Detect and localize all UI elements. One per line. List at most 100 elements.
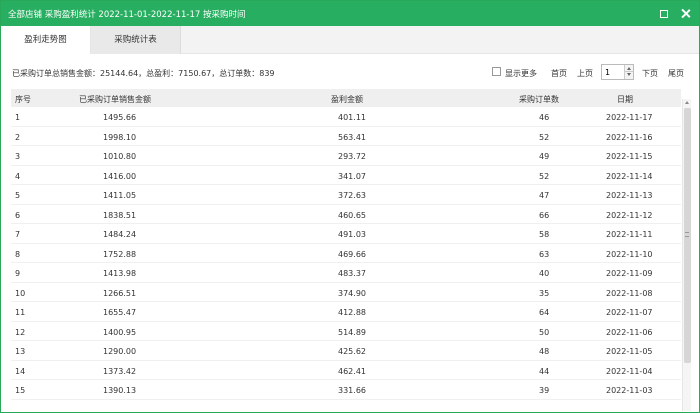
purchase-profit-dialog: 全部店铺 采购盈利统计 2022-11-01-2022-11-17 按采购时间 …	[0, 0, 700, 413]
cell-orders: 49	[539, 152, 550, 161]
cell-date: 2022-11-12	[606, 210, 653, 220]
cell-profit: 425.62	[338, 347, 366, 356]
cell-sales: 1400.95	[103, 327, 137, 337]
column-header-date[interactable]: 日期	[617, 94, 633, 105]
table-row[interactable]: 12 1400.95 514.89 50 2022-11-06	[11, 322, 681, 341]
column-header-index[interactable]: 序号	[15, 94, 31, 105]
cell-sales: 1390.13	[103, 386, 137, 395]
cell-index: 3	[15, 152, 21, 161]
purchase-table: 序号 已采购订单销售金额 盈利金额 采购订单数 日期 1 1495.66 401.1…	[11, 89, 691, 411]
cell-orders: 39	[539, 386, 550, 395]
cell-date: 2022-11-03	[606, 386, 653, 395]
cell-sales: 1010.80	[103, 152, 137, 161]
show-more-checkbox[interactable]	[492, 67, 501, 76]
table-row[interactable]: 9 1413.98 483.37 40 2022-11-09	[11, 263, 681, 283]
window-title: 全部店铺 采购盈利统计 2022-11-01-2022-11-17 按采购时间	[8, 10, 246, 20]
cell-sales: 1484.24	[103, 230, 137, 239]
scroll-grip-icon	[685, 232, 689, 237]
summary-text: 已采购订单总销售金额：25144.64，总盈利：7150.67，总订单数：839	[12, 69, 275, 78]
column-header-orders[interactable]: 采购订单数	[519, 94, 559, 105]
table-row[interactable]: 14 1373.42 462.41 44 2022-11-04	[11, 361, 681, 380]
cell-index: 1	[15, 113, 21, 122]
table-header: 序号 已采购订单销售金额 盈利金额 采购订单数 日期	[11, 89, 681, 107]
cell-index: 2	[15, 132, 21, 142]
page-number-stepper[interactable]	[601, 64, 634, 80]
cell-index: 5	[15, 191, 21, 200]
cell-sales: 1998.10	[103, 132, 137, 142]
column-header-sales[interactable]: 已采购订单销售金额	[79, 94, 151, 105]
cell-orders: 58	[539, 230, 550, 239]
cell-profit: 401.11	[338, 113, 366, 122]
cell-date: 2022-11-13	[606, 191, 653, 200]
toolbar: 已采购订单总销售金额：25144.64，总盈利：7150.67，总订单数：839…	[1, 61, 699, 83]
cell-index: 4	[15, 171, 21, 181]
close-icon[interactable]	[680, 8, 691, 19]
scroll-up-icon[interactable]	[685, 101, 689, 104]
table-row[interactable]: 1 1495.66 401.11 46 2022-11-17	[11, 107, 681, 127]
tab-profit-trend[interactable]: 盈利走势图	[1, 26, 91, 54]
cell-date: 2022-11-05	[606, 347, 653, 356]
table-row[interactable]: 6 1838.51 460.65 66 2022-11-12	[11, 205, 681, 224]
spin-up-icon[interactable]	[624, 65, 633, 72]
table-row[interactable]: 11 1655.47 412.88 64 2022-11-07	[11, 302, 681, 322]
cell-sales: 1838.51	[103, 210, 137, 220]
cell-orders: 66	[539, 210, 550, 220]
cell-sales: 1373.42	[103, 366, 137, 376]
cell-index: 9	[15, 269, 21, 278]
table-row[interactable]: 15 1390.13 331.66 39 2022-11-03	[11, 380, 681, 400]
column-header-profit[interactable]: 盈利金额	[331, 94, 363, 105]
cell-date: 2022-11-17	[606, 113, 653, 122]
cell-date: 2022-11-07	[606, 308, 653, 317]
tab-bar: 盈利走势图 采购统计表	[1, 26, 699, 54]
cell-date: 2022-11-11	[606, 230, 653, 239]
cell-profit: 331.66	[338, 386, 366, 395]
title-bar[interactable]: 全部店铺 采购盈利统计 2022-11-01-2022-11-17 按采购时间	[1, 1, 699, 26]
page-number-input[interactable]	[605, 67, 623, 78]
cell-profit: 483.37	[338, 269, 366, 278]
cell-profit: 462.41	[338, 366, 366, 376]
table-row[interactable]: 4 1416.00 341.07 52 2022-11-14	[11, 166, 681, 185]
cell-profit: 460.65	[338, 210, 366, 220]
cell-profit: 563.41	[338, 132, 366, 142]
cell-profit: 372.63	[338, 191, 366, 200]
cell-sales: 1411.05	[103, 191, 137, 200]
first-page-link[interactable]: 首页	[551, 68, 567, 79]
spin-down-icon[interactable]	[624, 72, 633, 79]
cell-index: 12	[15, 327, 26, 337]
cell-date: 2022-11-09	[606, 269, 653, 278]
last-page-link[interactable]: 尾页	[668, 68, 684, 79]
table-row[interactable]: 8 1752.88 469.66 63 2022-11-10	[11, 244, 681, 263]
cell-date: 2022-11-06	[606, 327, 653, 337]
cell-orders: 44	[539, 366, 550, 376]
table-row[interactable]: 5 1411.05 372.63 47 2022-11-13	[11, 185, 681, 205]
cell-sales: 1416.00	[103, 171, 137, 181]
table-row[interactable]: 10 1266.51 374.90 35 2022-11-08	[11, 283, 681, 302]
restore-icon[interactable]	[658, 8, 669, 19]
vertical-scrollbar[interactable]	[682, 99, 691, 411]
cell-index: 8	[15, 249, 21, 259]
cell-index: 11	[15, 308, 26, 317]
cell-sales: 1752.88	[103, 249, 137, 259]
cell-orders: 63	[539, 249, 550, 259]
cell-index: 6	[15, 210, 21, 220]
tab-purchase-table[interactable]: 采购统计表	[91, 26, 181, 54]
cell-orders: 64	[539, 308, 550, 317]
cell-index: 13	[15, 347, 26, 356]
prev-page-link[interactable]: 上页	[577, 68, 593, 79]
cell-index: 15	[15, 386, 26, 395]
cell-orders: 52	[539, 171, 550, 181]
cell-index: 7	[15, 230, 21, 239]
cell-orders: 48	[539, 347, 550, 356]
table-row[interactable]: 7 1484.24 491.03 58 2022-11-11	[11, 224, 681, 244]
cell-date: 2022-11-16	[606, 132, 653, 142]
next-page-link[interactable]: 下页	[642, 68, 658, 79]
cell-orders: 35	[539, 288, 550, 298]
cell-profit: 491.03	[338, 230, 366, 239]
cell-sales: 1413.98	[103, 269, 137, 278]
table-row[interactable]: 2 1998.10 563.41 52 2022-11-16	[11, 127, 681, 146]
cell-date: 2022-11-04	[606, 366, 653, 376]
cell-orders: 50	[539, 327, 550, 337]
show-more-label[interactable]: 显示更多	[505, 68, 537, 79]
table-row[interactable]: 13 1290.00 425.62 48 2022-11-05	[11, 341, 681, 361]
table-row[interactable]: 3 1010.80 293.72 49 2022-11-15	[11, 146, 681, 166]
